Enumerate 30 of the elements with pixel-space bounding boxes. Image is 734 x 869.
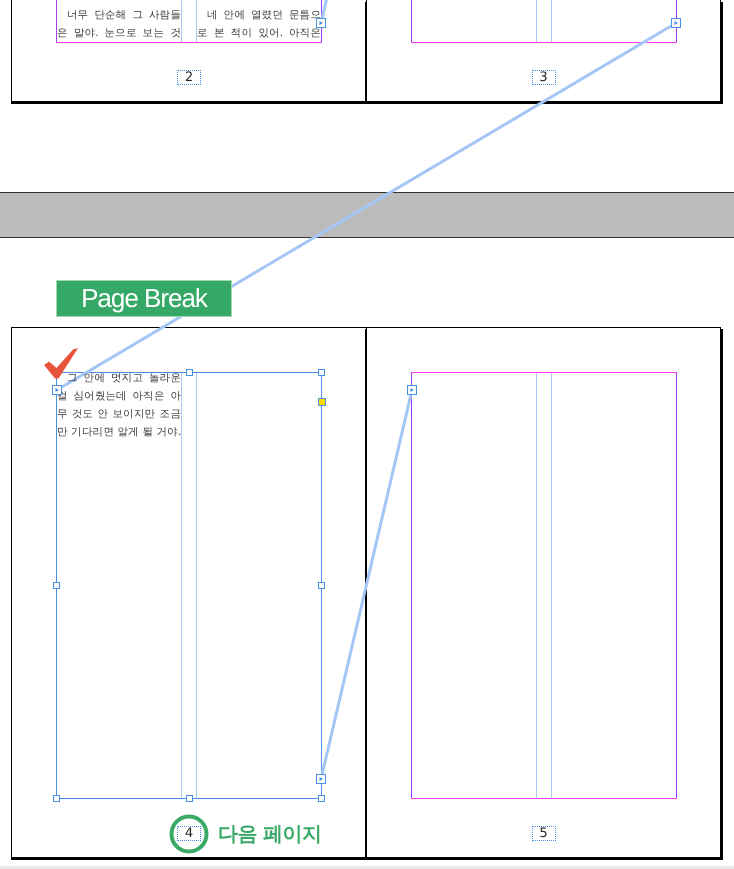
text-port-icon[interactable]	[316, 18, 326, 28]
column-guide	[196, 0, 197, 42]
resize-handle[interactable]	[186, 795, 192, 802]
text-port-icon[interactable]	[316, 774, 326, 784]
resize-handle[interactable]	[318, 369, 325, 376]
text-port-icon[interactable]	[407, 385, 417, 395]
resize-handle[interactable]	[53, 795, 60, 802]
text-line: 무 것도 안 보이지만 조금	[57, 407, 181, 422]
resize-handle[interactable]	[186, 369, 192, 376]
resize-handle[interactable]	[318, 582, 325, 589]
page-number: 4	[177, 826, 201, 841]
column-guide	[181, 0, 182, 42]
text-line: 너무 단순해 그 사람들	[66, 8, 181, 23]
text-line: 그 안에 멋지고 놀라운	[66, 371, 181, 386]
text-thread-line	[320, 0, 328, 18]
text-line: 네 안에 열렸던 문틈으	[206, 8, 321, 23]
page-number: 5	[532, 826, 556, 841]
resize-handle[interactable]	[318, 795, 325, 802]
column-guide	[551, 0, 552, 42]
column-guide	[536, 0, 537, 42]
page-number: 2	[177, 70, 201, 85]
resize-handle[interactable]	[53, 582, 60, 589]
text-line: 만 기다리면 알게 될 거야.	[57, 425, 181, 440]
text-line: 로 본 적이 있어. 아직은	[197, 26, 321, 41]
page-break-label: Page Break	[56, 280, 232, 317]
text-line: 은 말야. 눈으로 보는 것	[57, 26, 181, 41]
text-port-icon[interactable]	[671, 18, 681, 28]
live-corner-handle[interactable]	[318, 398, 326, 406]
page-number: 3	[532, 70, 556, 85]
next-page-caption: 다음 페이지	[218, 820, 322, 847]
